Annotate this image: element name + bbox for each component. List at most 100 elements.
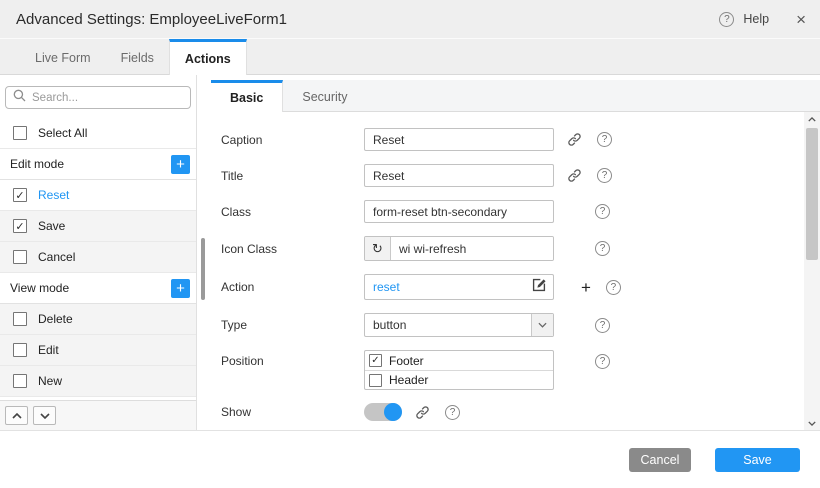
- icon-class-row: Icon Class ↻ ?: [221, 236, 794, 261]
- title-label: Title: [221, 169, 364, 183]
- sidebar-footer: [0, 400, 196, 430]
- toggle-knob: [384, 403, 402, 421]
- help-icon[interactable]: ?: [606, 280, 621, 295]
- tab-live-form[interactable]: Live Form: [20, 39, 106, 74]
- move-down-button[interactable]: [33, 406, 56, 425]
- action-settings-panel: Basic Security Caption ? Title: [211, 75, 820, 430]
- group-header-view-mode: View mode +: [0, 273, 196, 304]
- checkbox-unchecked[interactable]: [13, 374, 27, 388]
- move-up-button[interactable]: [5, 406, 28, 425]
- position-option-footer[interactable]: ✓ Footer: [365, 351, 553, 370]
- header-actions: ? Help ×: [719, 11, 806, 28]
- search-icon: [13, 89, 26, 107]
- caption-row: Caption ?: [221, 128, 794, 151]
- advanced-settings-dialog: Advanced Settings: EmployeeLiveForm1 ? H…: [0, 0, 820, 488]
- help-icon[interactable]: ?: [595, 241, 610, 256]
- bind-link-icon[interactable]: [567, 168, 582, 183]
- position-row: Position ✓ Footer Header ?: [221, 350, 794, 390]
- sidebar-scroll-area: [197, 75, 211, 430]
- checkbox-unchecked[interactable]: [369, 374, 382, 387]
- sidebar-scrollbar-thumb[interactable]: [201, 238, 205, 300]
- type-select-value: button: [365, 314, 531, 336]
- list-item-edit[interactable]: Edit: [0, 335, 196, 366]
- chevron-down-icon[interactable]: [531, 314, 553, 336]
- help-icon[interactable]: ?: [719, 12, 734, 27]
- tab-basic[interactable]: Basic: [211, 80, 283, 112]
- chevron-down-icon: [808, 421, 816, 426]
- dialog-body: Select All Edit mode + ✓ Reset ✓ Save Ca…: [0, 75, 820, 430]
- scroll-down-arrow[interactable]: [804, 416, 820, 430]
- checkbox-unchecked[interactable]: [13, 343, 27, 357]
- tab-security[interactable]: Security: [283, 80, 366, 111]
- search-input[interactable]: [32, 92, 183, 104]
- dialog-title: Advanced Settings: EmployeeLiveForm1: [16, 11, 287, 28]
- help-icon[interactable]: ?: [595, 318, 610, 333]
- help-icon[interactable]: ?: [597, 168, 612, 183]
- type-label: Type: [221, 318, 364, 332]
- dialog-footer: Cancel Save: [0, 430, 820, 488]
- show-row: Show ?: [221, 403, 794, 421]
- class-input[interactable]: [364, 200, 554, 223]
- action-list: Select All Edit mode + ✓ Reset ✓ Save Ca…: [0, 118, 196, 400]
- bind-link-icon[interactable]: [415, 405, 430, 420]
- icon-class-input[interactable]: [391, 237, 553, 260]
- add-action-button[interactable]: +: [171, 155, 190, 174]
- icon-class-label: Icon Class: [221, 242, 364, 256]
- checkbox-checked[interactable]: ✓: [369, 354, 382, 367]
- list-item-cancel[interactable]: Cancel: [0, 242, 196, 273]
- add-action-icon[interactable]: +: [581, 279, 591, 296]
- tab-fields[interactable]: Fields: [106, 39, 169, 74]
- position-options: ✓ Footer Header: [364, 350, 554, 390]
- action-picker[interactable]: reset: [364, 274, 554, 300]
- class-label: Class: [221, 205, 364, 219]
- scroll-up-arrow[interactable]: [804, 112, 820, 126]
- action-row: Action reset + ?: [221, 274, 794, 300]
- checkbox-unchecked[interactable]: [13, 250, 27, 264]
- checkbox-checked[interactable]: ✓: [13, 188, 27, 202]
- chevron-up-icon: [808, 117, 816, 122]
- title-input[interactable]: [364, 164, 554, 187]
- caption-input[interactable]: [364, 128, 554, 151]
- checkbox-unchecked[interactable]: [13, 312, 27, 326]
- chevron-up-icon: [12, 413, 22, 419]
- search-box: [5, 86, 191, 109]
- tab-actions[interactable]: Actions: [169, 39, 247, 75]
- help-icon[interactable]: ?: [595, 354, 610, 369]
- settings-tab-bar: Basic Security: [211, 80, 820, 112]
- action-label: Action: [221, 280, 364, 294]
- basic-settings-form: Caption ? Title ? Class: [211, 112, 820, 430]
- main-tab-bar: Live Form Fields Actions: [0, 38, 820, 75]
- class-row: Class ?: [221, 200, 794, 223]
- list-item-save[interactable]: ✓ Save: [0, 211, 196, 242]
- dialog-header: Advanced Settings: EmployeeLiveForm1 ? H…: [0, 0, 820, 38]
- checkbox-unchecked[interactable]: [13, 126, 27, 140]
- show-toggle[interactable]: [364, 403, 402, 421]
- help-link[interactable]: Help: [743, 12, 769, 26]
- chevron-down-icon: [40, 413, 50, 419]
- list-item-reset[interactable]: ✓ Reset: [0, 180, 196, 211]
- list-item-new[interactable]: New: [0, 366, 196, 397]
- title-row: Title ?: [221, 164, 794, 187]
- scrollbar-track[interactable]: [804, 126, 820, 416]
- help-icon[interactable]: ?: [597, 132, 612, 147]
- edit-action-icon[interactable]: [530, 276, 548, 299]
- checkbox-checked[interactable]: ✓: [13, 219, 27, 233]
- help-icon[interactable]: ?: [445, 405, 460, 420]
- list-item-select-all[interactable]: Select All: [0, 118, 196, 149]
- type-select[interactable]: button: [364, 313, 554, 337]
- save-button[interactable]: Save: [715, 448, 800, 472]
- bind-link-icon[interactable]: [567, 132, 582, 147]
- icon-class-input-group: ↻: [364, 236, 554, 261]
- add-action-button[interactable]: +: [171, 279, 190, 298]
- show-label: Show: [221, 405, 364, 419]
- caption-label: Caption: [221, 133, 364, 147]
- refresh-icon: ↻: [365, 237, 391, 260]
- cancel-button[interactable]: Cancel: [629, 448, 691, 472]
- action-value-link[interactable]: reset: [373, 280, 530, 294]
- list-item-delete[interactable]: Delete: [0, 304, 196, 335]
- help-icon[interactable]: ?: [595, 204, 610, 219]
- position-option-header[interactable]: Header: [365, 370, 553, 389]
- scrollbar-thumb[interactable]: [806, 128, 818, 260]
- close-icon[interactable]: ×: [796, 11, 806, 28]
- type-row: Type button ?: [221, 313, 794, 337]
